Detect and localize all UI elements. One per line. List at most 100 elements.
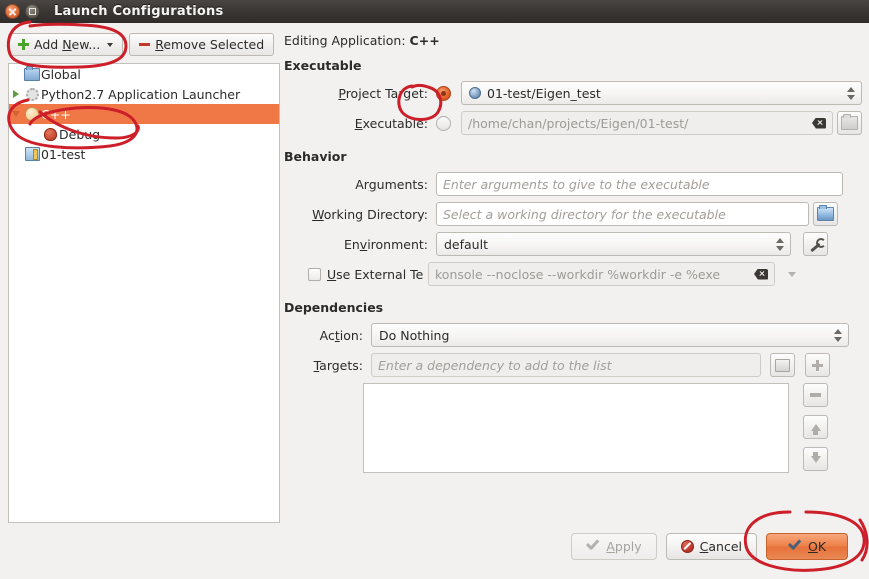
title-bar: Launch Configurations: [0, 0, 869, 23]
editing-application-prefix: Editing Application:: [284, 33, 410, 48]
close-icon[interactable]: [5, 4, 20, 19]
plus-icon: [18, 39, 29, 50]
window-title: Launch Configurations: [54, 4, 224, 19]
gear-icon: [23, 87, 41, 101]
move-down-icon: [810, 451, 821, 463]
wrench-icon: [808, 237, 826, 252]
tree-item-01-test[interactable]: 01-test: [9, 144, 279, 164]
tree-item-label: C++: [41, 106, 71, 122]
add-icon: [812, 359, 823, 371]
action-value: Do Nothing: [379, 327, 450, 343]
tree-item-label: Python2.7 Application Launcher: [41, 86, 241, 102]
editing-application-value: C++: [409, 33, 440, 48]
tree-item-global[interactable]: Global: [9, 64, 279, 84]
tree-item-label: Debug: [59, 126, 101, 142]
executable-label: Executable:: [354, 115, 428, 131]
configurations-tree[interactable]: Global Python2.7 Application Launcher C+…: [8, 63, 280, 523]
project-target-radio[interactable]: [436, 85, 451, 101]
arguments-row: Arguments: Enter arguments to give to th…: [284, 172, 862, 196]
project-target-value: 01-test/Eigen_test: [487, 85, 601, 101]
cancel-label: Cancel: [699, 539, 742, 554]
add-new-label: Add New...: [34, 37, 101, 52]
environment-row: Environment: default: [284, 232, 862, 256]
folder-icon: [775, 358, 790, 372]
tree-item-label: Global: [41, 66, 81, 82]
tree-item-label: 01-test: [41, 146, 86, 162]
environment-combo[interactable]: default: [436, 232, 791, 256]
targets-row: Targets: Enter a dependency to add to th…: [284, 353, 862, 377]
working-directory-placeholder: Select a working directory for the execu…: [443, 206, 726, 222]
environment-spinner[interactable]: [774, 235, 786, 253]
external-terminal-dropdown-button[interactable]: [779, 262, 804, 286]
targets-placeholder: Enter a dependency to add to the list: [378, 357, 612, 373]
check-icon: [788, 541, 802, 553]
environment-label: Environment:: [343, 236, 428, 252]
targets-label: Targets:: [313, 357, 363, 373]
add-new-button[interactable]: Add New...: [8, 33, 124, 56]
ok-button[interactable]: OK: [766, 533, 848, 560]
apply-label: Apply: [606, 539, 642, 554]
tree-item-python-launcher[interactable]: Python2.7 Application Launcher: [9, 84, 279, 104]
right-panel: Editing Application: C++ Executable Proj…: [284, 33, 862, 473]
external-terminal-input[interactable]: konsole --noclose --workdir %workdir -e …: [428, 262, 775, 286]
chevron-down-icon: [787, 271, 796, 277]
executable-browse-button[interactable]: [837, 111, 862, 135]
working-directory-input[interactable]: Select a working directory for the execu…: [436, 202, 809, 226]
targets-move-down-button[interactable]: [803, 447, 828, 471]
project-target-row: Project Target: 01-test/Eigen_test: [284, 81, 862, 105]
folder-open-icon: [817, 205, 834, 221]
targets-add-button[interactable]: [805, 353, 830, 377]
targets-remove-button[interactable]: [803, 383, 828, 407]
use-external-terminal-label: Use External Te: [327, 266, 424, 282]
twisty-collapsed-icon[interactable]: [9, 90, 23, 98]
twisty-expanded-icon[interactable]: [9, 111, 23, 117]
chevron-down-icon: [107, 42, 114, 47]
dependencies-group-title: Dependencies: [284, 300, 384, 315]
tree-item-debug[interactable]: Debug: [9, 124, 279, 144]
bug-red-icon: [41, 127, 59, 141]
action-spinner[interactable]: [832, 326, 844, 344]
action-label: Action:: [319, 327, 363, 343]
project-target-label: Project Target:: [338, 85, 428, 101]
executable-path-input[interactable]: /home/chan/projects/Eigen/01-test/: [461, 111, 833, 135]
remove-selected-button[interactable]: Remove Selected: [129, 33, 275, 56]
targets-input[interactable]: Enter a dependency to add to the list: [371, 353, 761, 377]
clear-icon[interactable]: [812, 117, 826, 129]
folder-open-icon: [841, 114, 858, 130]
project-target-combo[interactable]: 01-test/Eigen_test: [461, 81, 862, 105]
use-external-terminal-checkbox[interactable]: [308, 267, 321, 281]
remove-icon: [810, 393, 821, 397]
arguments-input[interactable]: Enter arguments to give to the executabl…: [436, 172, 843, 196]
targets-move-up-button[interactable]: [803, 415, 828, 439]
executable-radio[interactable]: [436, 115, 451, 131]
tree-item-cpp[interactable]: C++: [9, 104, 279, 124]
editing-application-line: Editing Application: C++: [284, 33, 862, 48]
launch-configurations-window: Launch Configurations Add New... Remove …: [0, 0, 869, 579]
maximize-icon[interactable]: [25, 4, 40, 19]
remove-selected-label: Remove Selected: [155, 37, 265, 52]
cancel-button[interactable]: Cancel: [665, 533, 757, 560]
working-directory-row: Working Directory: Select a working dire…: [284, 202, 862, 226]
configurations-toolbar: Add New... Remove Selected: [8, 33, 280, 56]
working-directory-label: Working Directory:: [312, 206, 428, 222]
move-up-icon: [810, 423, 821, 435]
ok-label: OK: [807, 539, 827, 554]
environment-edit-button[interactable]: [803, 232, 828, 256]
arguments-placeholder: Enter arguments to give to the executabl…: [443, 176, 710, 192]
targets-browse-button[interactable]: [770, 353, 795, 377]
dependencies-list[interactable]: [363, 383, 789, 473]
working-directory-browse-button[interactable]: [813, 202, 838, 226]
folder-icon: [23, 65, 41, 81]
clear-icon[interactable]: [754, 268, 768, 280]
action-combo[interactable]: Do Nothing: [371, 323, 849, 347]
bug-icon: [23, 107, 41, 121]
cancel-icon: [680, 540, 694, 553]
external-terminal-value: konsole --noclose --workdir %workdir -e …: [435, 266, 721, 282]
use-external-terminal-row: Use External Te konsole --noclose --work…: [284, 262, 862, 286]
apply-button[interactable]: Apply: [571, 533, 657, 560]
minus-icon: [139, 42, 151, 47]
check-icon: [586, 541, 600, 553]
arguments-label: Arguments:: [355, 176, 428, 192]
project-target-spinner[interactable]: [845, 84, 857, 102]
executable-path-value: /home/chan/projects/Eigen/01-test/: [468, 115, 689, 131]
